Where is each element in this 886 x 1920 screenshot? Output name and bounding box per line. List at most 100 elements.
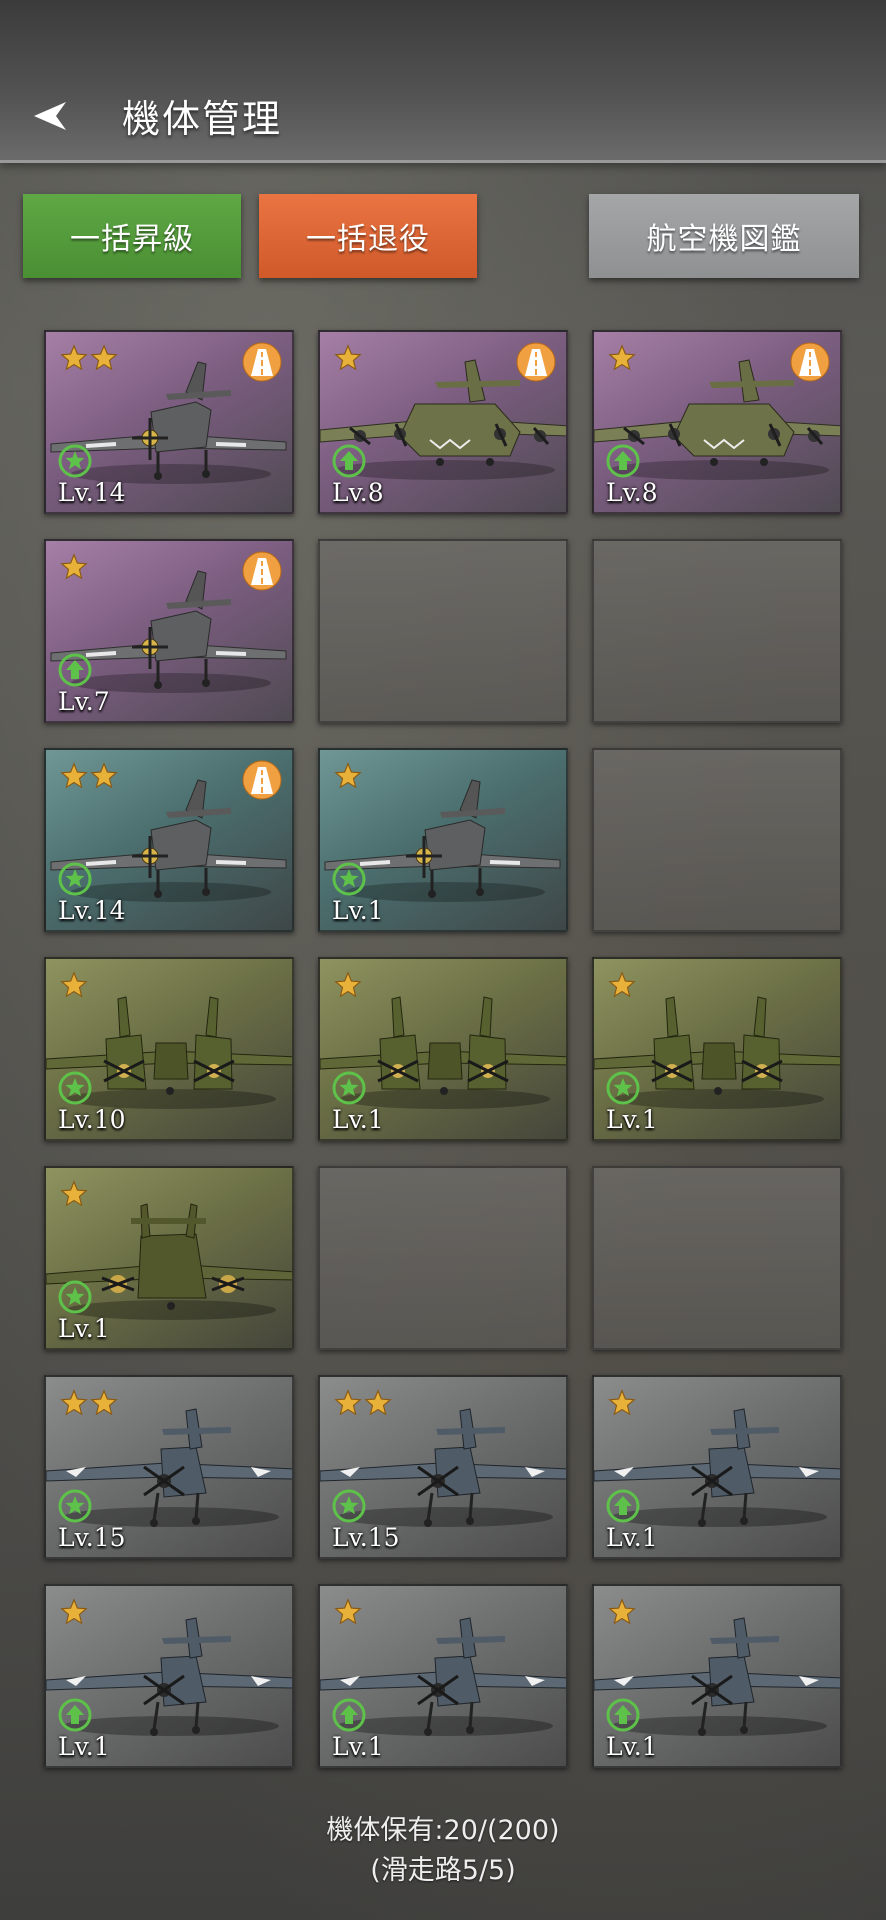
aircraft-level: Lv.1	[58, 1314, 110, 1343]
aircraft-card[interactable]: Lv.1	[44, 1584, 294, 1768]
runway-icon	[516, 342, 556, 382]
rarity-stars	[334, 344, 362, 374]
runway-icon	[242, 760, 282, 800]
aircraft-level: Lv.14	[58, 478, 126, 507]
rarity-star-icon	[60, 1389, 88, 1416]
aircraft-card[interactable]: Lv.14	[44, 330, 294, 514]
rarity-star-icon	[60, 1180, 88, 1207]
upgrade-available-icon	[606, 444, 640, 478]
upgrade-available-icon	[332, 1698, 366, 1732]
aircraft-catalog-button[interactable]: 航空機図鑑	[589, 194, 859, 278]
aircraft-card[interactable]: Lv.1	[318, 748, 568, 932]
back-arrow-icon[interactable]	[30, 96, 70, 136]
rarity-stars	[60, 344, 118, 374]
upgrade-available-icon	[606, 1698, 640, 1732]
aircraft-card[interactable]: Lv.8	[592, 330, 842, 514]
aircraft-card[interactable]: Lv.1	[44, 1166, 294, 1350]
rarity-star-icon	[334, 1598, 362, 1625]
upgrade-available-icon	[58, 653, 92, 687]
aircraft-card[interactable]: Lv.1	[592, 957, 842, 1141]
aircraft-card[interactable]: Lv.8	[318, 330, 568, 514]
aircraft-level: Lv.1	[606, 1732, 658, 1761]
bulk-retire-button[interactable]: 一括退役	[259, 194, 477, 278]
header-bar: 機体管理	[0, 0, 886, 163]
star-status-icon	[58, 1071, 92, 1105]
upgrade-available-icon	[332, 444, 366, 478]
rarity-stars	[60, 1598, 88, 1628]
rarity-stars	[334, 762, 362, 792]
rarity-star-icon	[90, 1389, 118, 1416]
rarity-star-icon	[364, 1389, 392, 1416]
runway-count: (滑走路5/5)	[370, 1855, 516, 1886]
aircraft-level: Lv.1	[332, 1732, 384, 1761]
aircraft-card[interactable]: Lv.1	[592, 1375, 842, 1559]
rarity-star-icon	[60, 553, 88, 580]
rarity-stars	[60, 762, 118, 792]
rarity-star-icon	[608, 1598, 636, 1625]
star-status-icon	[606, 1071, 640, 1105]
rarity-star-icon	[60, 762, 88, 789]
rarity-stars	[60, 553, 88, 583]
rarity-stars	[334, 971, 362, 1001]
rarity-stars	[60, 1389, 118, 1419]
star-status-icon	[58, 444, 92, 478]
runway-icon	[790, 342, 830, 382]
aircraft-level: Lv.1	[58, 1732, 110, 1761]
aircraft-level: Lv.15	[58, 1523, 126, 1552]
rarity-star-icon	[60, 1598, 88, 1625]
aircraft-card[interactable]: Lv.15	[44, 1375, 294, 1559]
aircraft-card[interactable]: Lv.1	[318, 957, 568, 1141]
aircraft-level: Lv.1	[606, 1105, 658, 1134]
rarity-stars	[608, 1389, 636, 1419]
aircraft-card[interactable]: Lv.14	[44, 748, 294, 932]
aircraft-level: Lv.8	[332, 478, 384, 507]
empty-slot[interactable]	[592, 748, 842, 932]
aircraft-card[interactable]: Lv.1	[318, 1584, 568, 1768]
rarity-star-icon	[608, 344, 636, 371]
runway-icon	[242, 551, 282, 591]
aircraft-level: Lv.7	[58, 687, 110, 716]
aircraft-level: Lv.1	[606, 1523, 658, 1552]
rarity-star-icon	[90, 344, 118, 371]
rarity-stars	[334, 1389, 392, 1419]
rarity-stars	[608, 971, 636, 1001]
aircraft-level: Lv.1	[332, 896, 384, 925]
rarity-star-icon	[608, 971, 636, 998]
aircraft-level: Lv.15	[332, 1523, 400, 1552]
star-status-icon	[332, 1071, 366, 1105]
aircraft-level: Lv.14	[58, 896, 126, 925]
empty-slot[interactable]	[318, 539, 568, 723]
rarity-star-icon	[334, 1389, 362, 1416]
upgrade-available-icon	[58, 1698, 92, 1732]
runway-icon	[242, 342, 282, 382]
rarity-stars	[608, 344, 636, 374]
rarity-stars	[334, 1598, 362, 1628]
rarity-stars	[60, 971, 88, 1001]
aircraft-card[interactable]: Lv.10	[44, 957, 294, 1141]
aircraft-card[interactable]: Lv.1	[592, 1584, 842, 1768]
aircraft-level: Lv.8	[606, 478, 658, 507]
rarity-star-icon	[60, 344, 88, 371]
empty-slot[interactable]	[318, 1166, 568, 1350]
star-status-icon	[58, 1280, 92, 1314]
rarity-star-icon	[90, 762, 118, 789]
rarity-star-icon	[334, 344, 362, 371]
rarity-stars	[60, 1180, 88, 1210]
rarity-star-icon	[608, 1389, 636, 1416]
aircraft-level: Lv.1	[332, 1105, 384, 1134]
star-status-icon	[58, 1489, 92, 1523]
bulk-upgrade-button[interactable]: 一括昇級	[23, 194, 241, 278]
empty-slot[interactable]	[592, 1166, 842, 1350]
star-status-icon	[332, 862, 366, 896]
star-status-icon	[58, 862, 92, 896]
owned-count: 機体保有:20/(200)	[326, 1815, 560, 1846]
aircraft-card[interactable]: Lv.7	[44, 539, 294, 723]
page-title: 機体管理	[122, 97, 283, 141]
rarity-stars	[608, 1598, 636, 1628]
empty-slot[interactable]	[592, 539, 842, 723]
star-status-icon	[332, 1489, 366, 1523]
aircraft-card[interactable]: Lv.15	[318, 1375, 568, 1559]
upgrade-available-icon	[606, 1489, 640, 1523]
aircraft-level: Lv.10	[58, 1105, 126, 1134]
rarity-star-icon	[334, 971, 362, 998]
